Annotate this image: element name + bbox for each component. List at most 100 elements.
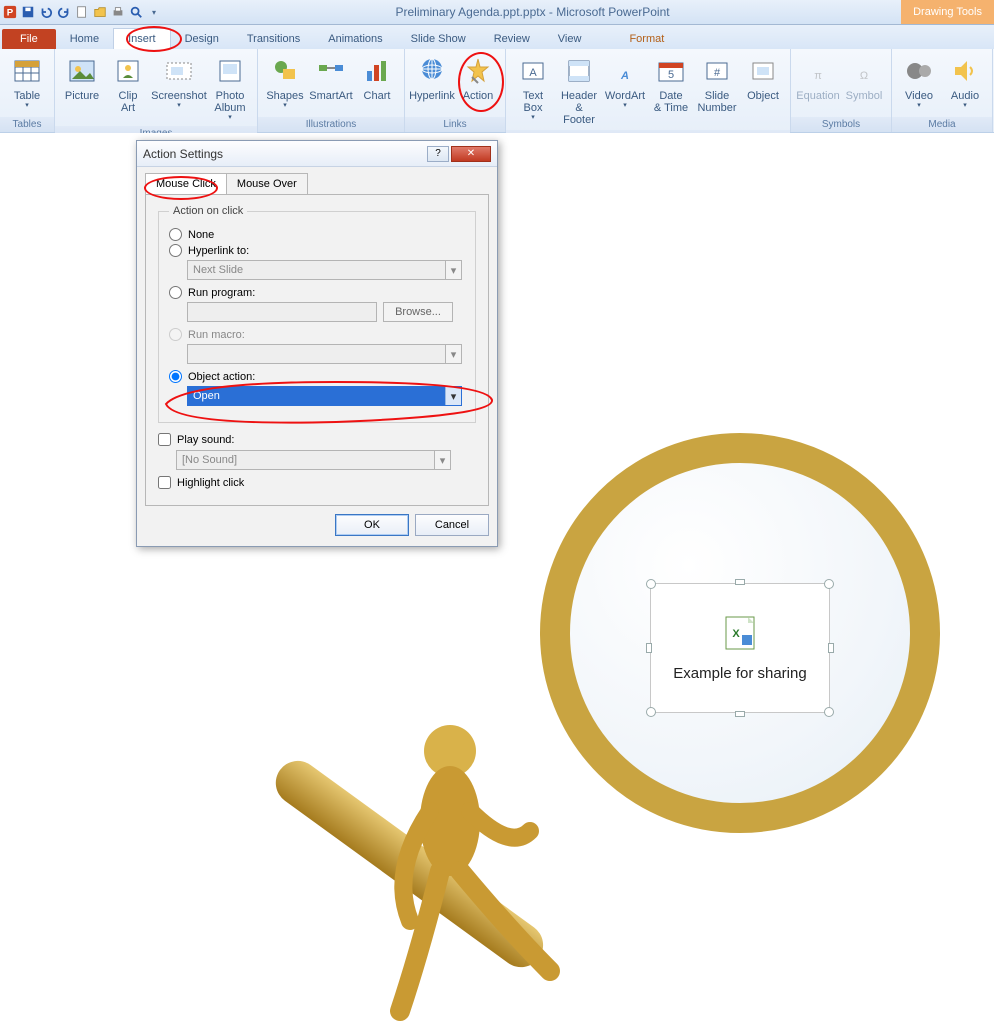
equation-button: π Equation (795, 53, 841, 115)
tab-home[interactable]: Home (56, 29, 113, 49)
datetime-button[interactable]: 5Date & Time (648, 53, 694, 128)
action-button[interactable]: Action (455, 53, 501, 115)
radio-none[interactable] (169, 228, 182, 241)
label-hyperlink[interactable]: Hyperlink to: (188, 245, 249, 257)
ribbon-group-images: Picture Clip Art Screenshot▾ Photo Album… (55, 49, 258, 132)
slidenumber-icon: # (701, 55, 733, 87)
label-highlight[interactable]: Highlight click (177, 477, 244, 489)
tab-format[interactable]: Format (615, 29, 678, 49)
radio-runprogram[interactable] (169, 286, 182, 299)
label-runprogram[interactable]: Run program: (188, 287, 255, 299)
checkbox-highlight[interactable] (158, 476, 171, 489)
tab-review[interactable]: Review (480, 29, 544, 49)
tab-mouse-click[interactable]: Mouse Click (145, 173, 227, 195)
screenshot-button[interactable]: Screenshot▾ (151, 53, 207, 124)
symbol-label: Symbol (846, 90, 883, 102)
label-none[interactable]: None (188, 229, 214, 241)
chevron-down-icon: ▾ (283, 102, 287, 110)
resize-handle[interactable] (646, 707, 656, 717)
action-icon (462, 55, 494, 87)
label-objectaction[interactable]: Object action: (188, 371, 255, 383)
resize-handle[interactable] (646, 579, 656, 589)
radio-objectaction[interactable] (169, 370, 182, 383)
tab-mouse-over[interactable]: Mouse Over (226, 173, 308, 195)
chevron-down-icon: ▾ (917, 102, 921, 110)
redo-icon[interactable] (56, 4, 72, 20)
tab-file[interactable]: File (2, 29, 56, 49)
textbox-icon: A (517, 55, 549, 87)
table-button[interactable]: Table▾ (4, 53, 50, 115)
runprogram-field (187, 302, 377, 322)
close-button[interactable]: ✕ (451, 146, 491, 162)
group-label-media: Media (892, 117, 992, 132)
chevron-down-icon: ▾ (228, 114, 232, 122)
chevron-down-icon[interactable]: ▾ (445, 387, 461, 405)
objectaction-value: Open (188, 390, 445, 402)
smartart-button[interactable]: SmartArt (308, 53, 354, 115)
chevron-down-icon: ▾ (963, 102, 967, 110)
picture-label: Picture (65, 90, 99, 102)
tab-insert[interactable]: Insert (113, 28, 171, 49)
audio-button[interactable]: Audio▾ (942, 53, 988, 115)
tab-animations[interactable]: Animations (314, 29, 396, 49)
qat-dropdown-icon[interactable]: ▾ (146, 4, 162, 20)
dialog-title-text: Action Settings (143, 147, 425, 161)
print-icon[interactable] (110, 4, 126, 20)
table-label: Table (14, 90, 40, 102)
photoalbum-label: Photo Album (214, 90, 245, 114)
video-button[interactable]: Video▾ (896, 53, 942, 115)
svg-text:π: π (814, 70, 822, 82)
equation-label: Equation (796, 90, 839, 102)
dialog-titlebar[interactable]: Action Settings ? ✕ (137, 141, 497, 167)
open-icon[interactable] (92, 4, 108, 20)
new-icon[interactable] (74, 4, 90, 20)
photoalbum-icon (214, 55, 246, 87)
label-playsound[interactable]: Play sound: (177, 434, 234, 446)
textbox-button[interactable]: AText Box▾ (510, 53, 556, 128)
tab-transitions[interactable]: Transitions (233, 29, 314, 49)
chart-button[interactable]: Chart (354, 53, 400, 115)
checkbox-playsound[interactable] (158, 433, 171, 446)
action-label: Action (463, 90, 494, 102)
headerfooter-button[interactable]: Header & Footer (556, 53, 602, 128)
action-on-click-group: Action on click None Hyperlink to: Next … (158, 205, 476, 423)
tab-view[interactable]: View (544, 29, 596, 49)
excel-icon: X (720, 613, 760, 656)
symbol-icon: Ω (848, 55, 880, 87)
radio-hyperlink[interactable] (169, 244, 182, 257)
ok-button[interactable]: OK (335, 514, 409, 536)
slidenumber-label: Slide Number (697, 90, 736, 114)
playsound-combo: [No Sound]▾ (176, 450, 451, 470)
hyperlink-button[interactable]: Hyperlink (409, 53, 455, 115)
resize-handle[interactable] (646, 643, 652, 653)
video-label: Video (905, 90, 933, 102)
shapes-icon (269, 55, 301, 87)
audio-label: Audio (951, 90, 979, 102)
help-button[interactable]: ? (427, 146, 449, 162)
chevron-down-icon: ▾ (434, 451, 450, 469)
tab-slideshow[interactable]: Slide Show (397, 29, 480, 49)
cancel-button[interactable]: Cancel (415, 514, 489, 536)
svg-text:A: A (529, 67, 537, 79)
resize-handle[interactable] (828, 643, 834, 653)
resize-handle[interactable] (824, 707, 834, 717)
resize-handle[interactable] (735, 579, 745, 585)
slidenumber-button[interactable]: # Slide Number (694, 53, 740, 128)
photoalbum-button[interactable]: Photo Album▾ (207, 53, 253, 124)
tab-design[interactable]: Design (171, 29, 233, 49)
resize-handle[interactable] (824, 579, 834, 589)
picture-button[interactable]: Picture (59, 53, 105, 124)
save-icon[interactable] (20, 4, 36, 20)
ribbon-group-links: Hyperlink Action Links (405, 49, 506, 132)
resize-handle[interactable] (735, 711, 745, 717)
embedded-object[interactable]: X Example for sharing (650, 583, 830, 713)
svg-text:X: X (732, 628, 740, 640)
clipart-button[interactable]: Clip Art (105, 53, 151, 124)
shapes-button[interactable]: Shapes▾ (262, 53, 308, 115)
wordart-button[interactable]: AWordArt▾ (602, 53, 648, 128)
objectaction-combo[interactable]: Open▾ (187, 386, 462, 406)
undo-icon[interactable] (38, 4, 54, 20)
embedded-object-label: Example for sharing (673, 664, 806, 684)
object-button[interactable]: Object (740, 53, 786, 128)
preview-icon[interactable] (128, 4, 144, 20)
